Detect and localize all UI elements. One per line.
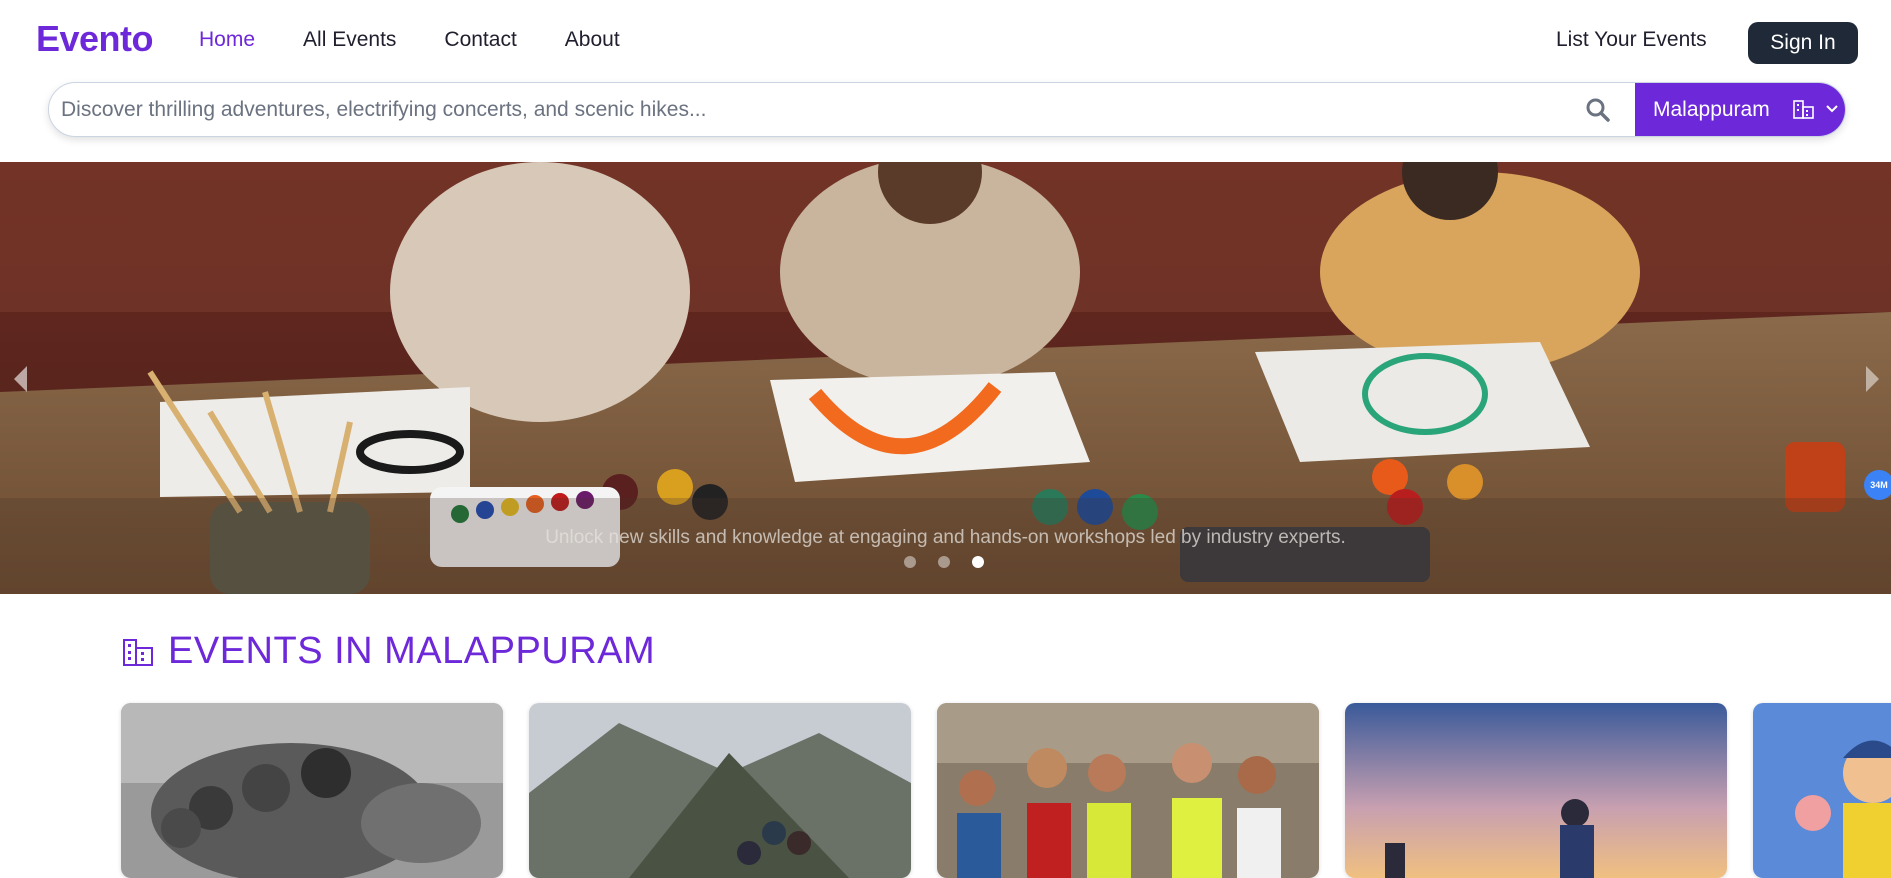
top-navbar: Evento Home All Events Contact About Lis…	[0, 0, 1891, 82]
carousel-dot-1[interactable]	[904, 556, 916, 568]
main-nav: Home All Events Contact About	[199, 28, 668, 52]
event-card[interactable]	[529, 703, 911, 878]
event-image	[1345, 703, 1727, 878]
nav-about[interactable]: About	[565, 28, 620, 52]
event-image	[529, 703, 911, 878]
nav-all-events[interactable]: All Events	[303, 28, 396, 52]
city-selector[interactable]: Malappuram	[1635, 83, 1845, 136]
search-icon[interactable]	[1585, 97, 1611, 123]
list-your-events-link[interactable]: List Your Events	[1556, 28, 1707, 52]
event-card[interactable]	[121, 703, 503, 878]
city-building-icon	[1793, 100, 1814, 119]
city-building-icon	[123, 638, 153, 666]
city-label: Malappuram	[1653, 97, 1770, 121]
search-input[interactable]	[61, 83, 1571, 136]
carousel-dot-3[interactable]	[972, 556, 984, 568]
event-cards-row	[121, 703, 1891, 878]
section-title: EVENTS IN MALAPPURAM	[168, 630, 656, 672]
hero-caption: Unlock new skills and knowledge at engag…	[545, 527, 1346, 548]
event-image	[1753, 703, 1891, 878]
carousel-dots	[904, 556, 984, 568]
event-image	[937, 703, 1319, 878]
section-heading: EVENTS IN MALAPPURAM	[122, 630, 655, 673]
carousel-next-arrow[interactable]	[1866, 366, 1879, 392]
sign-in-button[interactable]: Sign In	[1748, 22, 1858, 64]
event-card[interactable]	[937, 703, 1319, 878]
event-image	[121, 703, 503, 878]
nav-home[interactable]: Home	[199, 28, 255, 52]
carousel-dot-2[interactable]	[938, 556, 950, 568]
carousel-prev-arrow[interactable]	[14, 366, 27, 392]
logo[interactable]: Evento	[36, 18, 154, 60]
nav-contact[interactable]: Contact	[444, 28, 516, 52]
event-card[interactable]	[1753, 703, 1891, 878]
event-card[interactable]	[1345, 703, 1727, 878]
floating-badge[interactable]: 34M	[1864, 470, 1891, 500]
chevron-down-icon	[1826, 105, 1838, 113]
hero-carousel: Unlock new skills and knowledge at engag…	[0, 162, 1891, 594]
search-bar: Malappuram	[48, 82, 1846, 137]
